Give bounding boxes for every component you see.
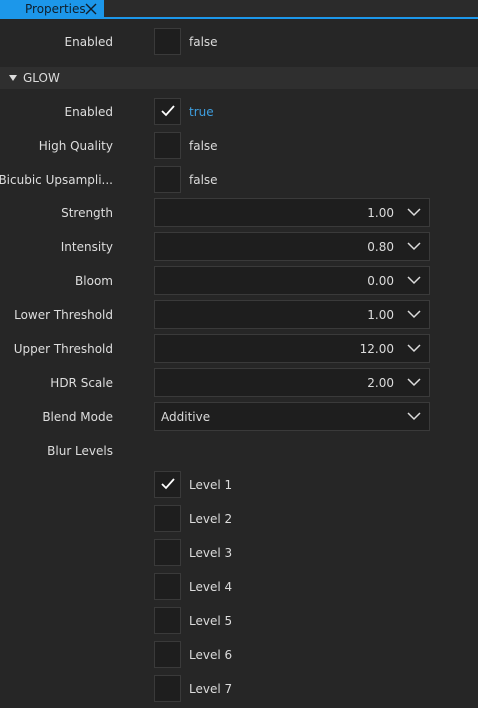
enabled-label: Enabled xyxy=(64,35,114,49)
enabled-value: false xyxy=(189,35,218,49)
chevron-down-icon[interactable] xyxy=(407,309,421,319)
level-6-row: Level 6 xyxy=(0,640,478,670)
strength-field[interactable]: 1.00 xyxy=(154,198,430,227)
bloom-value: 0.00 xyxy=(367,274,394,288)
expand-triangle-icon xyxy=(9,75,17,81)
tab-bar: Properties xyxy=(0,0,478,19)
enabled-row: Enabled false xyxy=(0,27,478,57)
level-6-label: Level 6 xyxy=(189,648,233,662)
level-2-label: Level 2 xyxy=(189,512,233,526)
hdr-scale-value: 2.00 xyxy=(367,376,394,390)
properties-panel: Enabled false GLOW Enabled true High Qua… xyxy=(0,19,478,708)
blend-mode-row: Blend Mode Additive xyxy=(0,402,478,432)
glow-enabled-label: Enabled xyxy=(64,105,114,119)
hdr-scale-field[interactable]: 2.00 xyxy=(154,368,430,397)
high-quality-checkbox[interactable] xyxy=(154,132,181,159)
checkmark-icon xyxy=(161,105,175,117)
enabled-checkbox[interactable] xyxy=(154,28,181,55)
level-7-label: Level 7 xyxy=(189,682,233,696)
strength-value: 1.00 xyxy=(367,206,394,220)
blur-levels-label: Blur Levels xyxy=(47,444,113,458)
lower-threshold-field[interactable]: 1.00 xyxy=(154,300,430,329)
level-7-row: Level 7 xyxy=(0,674,478,704)
glow-enabled-value: true xyxy=(189,105,214,119)
level-5-row: Level 5 xyxy=(0,606,478,636)
lower-threshold-label: Lower Threshold xyxy=(14,308,113,322)
glow-enabled-row: Enabled true xyxy=(0,97,478,127)
glow-section-title: GLOW xyxy=(23,71,60,85)
level-2-checkbox[interactable] xyxy=(154,505,181,532)
bicubic-upsampling-row: Bicubic Upsampli... false xyxy=(0,165,478,195)
chevron-down-icon[interactable] xyxy=(407,207,421,217)
hdr-scale-row: HDR Scale 2.00 xyxy=(0,368,478,398)
high-quality-label: High Quality xyxy=(38,139,113,153)
bicubic-upsampling-checkbox[interactable] xyxy=(154,166,181,193)
checkmark-icon xyxy=(161,478,175,490)
level-7-checkbox[interactable] xyxy=(154,675,181,702)
chevron-down-icon[interactable] xyxy=(407,411,421,421)
intensity-label: Intensity xyxy=(60,240,113,254)
chevron-down-icon[interactable] xyxy=(407,377,421,387)
high-quality-value: false xyxy=(189,139,218,153)
level-5-checkbox[interactable] xyxy=(154,607,181,634)
upper-threshold-label: Upper Threshold xyxy=(13,342,113,356)
strength-label: Strength xyxy=(61,206,113,220)
blend-mode-value: Additive xyxy=(161,410,211,424)
lower-threshold-row: Lower Threshold 1.00 xyxy=(0,300,478,330)
level-4-checkbox[interactable] xyxy=(154,573,181,600)
blend-mode-label: Blend Mode xyxy=(42,410,113,424)
glow-section-header[interactable]: GLOW xyxy=(0,67,478,89)
level-2-row: Level 2 xyxy=(0,504,478,534)
level-1-label: Level 1 xyxy=(189,478,233,492)
intensity-row: Intensity 0.80 xyxy=(0,232,478,262)
intensity-value: 0.80 xyxy=(367,240,394,254)
glow-enabled-checkbox[interactable] xyxy=(154,98,181,125)
level-3-checkbox[interactable] xyxy=(154,539,181,566)
level-6-checkbox[interactable] xyxy=(154,641,181,668)
level-4-row: Level 4 xyxy=(0,572,478,602)
close-icon[interactable] xyxy=(84,2,98,16)
bloom-row: Bloom 0.00 xyxy=(0,266,478,296)
bloom-field[interactable]: 0.00 xyxy=(154,266,430,295)
bloom-label: Bloom xyxy=(75,274,113,288)
tab-properties[interactable]: Properties xyxy=(0,0,104,17)
bicubic-upsampling-label: Bicubic Upsampli... xyxy=(0,173,113,187)
strength-row: Strength 1.00 xyxy=(0,198,478,228)
tab-properties-label: Properties xyxy=(25,1,86,16)
high-quality-row: High Quality false xyxy=(0,131,478,161)
level-1-checkbox[interactable] xyxy=(154,471,181,498)
level-5-label: Level 5 xyxy=(189,614,233,628)
chevron-down-icon[interactable] xyxy=(407,275,421,285)
blur-levels-row: Blur Levels xyxy=(0,436,478,466)
upper-threshold-value: 12.00 xyxy=(359,342,394,356)
level-3-label: Level 3 xyxy=(189,546,233,560)
intensity-field[interactable]: 0.80 xyxy=(154,232,430,261)
upper-threshold-field[interactable]: 12.00 xyxy=(154,334,430,363)
level-3-row: Level 3 xyxy=(0,538,478,568)
upper-threshold-row: Upper Threshold 12.00 xyxy=(0,334,478,364)
chevron-down-icon[interactable] xyxy=(407,241,421,251)
lower-threshold-value: 1.00 xyxy=(367,308,394,322)
level-1-row: Level 1 xyxy=(0,470,478,500)
level-4-label: Level 4 xyxy=(189,580,233,594)
chevron-down-icon[interactable] xyxy=(407,343,421,353)
blend-mode-select[interactable]: Additive xyxy=(154,402,430,431)
hdr-scale-label: HDR Scale xyxy=(50,376,113,390)
bicubic-upsampling-value: false xyxy=(189,173,218,187)
